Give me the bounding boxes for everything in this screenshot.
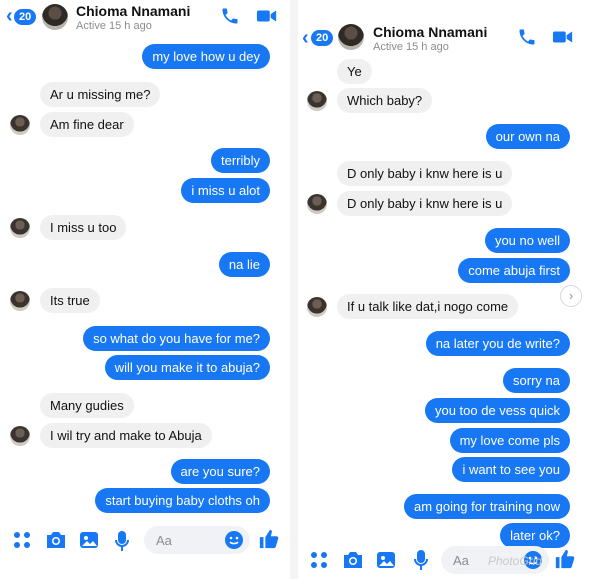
composer-bar [0,520,290,560]
active-status: Active 15 h ago [373,41,449,53]
thumbs-up-icon[interactable] [554,548,576,570]
sender-avatar[interactable] [307,91,327,111]
four-dots-icon[interactable] [309,550,329,570]
incoming-message-bubble[interactable]: Its true [40,288,100,313]
chevron-right-icon[interactable]: › [560,285,582,307]
smiley-icon[interactable] [224,530,244,550]
sender-avatar[interactable] [307,194,327,214]
sender-avatar[interactable] [307,297,327,317]
incoming-message-bubble[interactable]: Which baby? [337,88,433,113]
contact-name[interactable]: Chioma Nnamani [373,24,487,40]
back-chevron-icon[interactable]: ‹ [6,5,13,28]
incoming-message-bubble[interactable]: Am fine dear [40,112,134,137]
outgoing-message-bubble[interactable]: my love come pls [449,428,570,453]
right-chat-panel: ‹ 20 Chioma Nnamani Active 15 h ago Ye Wh… [298,18,596,579]
camera-icon[interactable] [342,550,364,570]
contact-avatar[interactable] [338,24,364,50]
outgoing-message-bubble[interactable]: are you sure? [170,459,270,484]
contact-avatar[interactable] [42,4,68,30]
outgoing-message-bubble[interactable]: you too de vess quick [424,398,570,423]
camera-icon[interactable] [45,530,67,550]
outgoing-message-bubble[interactable]: will you make it to abuja? [104,355,270,380]
image-icon[interactable] [376,550,396,570]
outgoing-message-bubble[interactable]: start buying baby cloths oh [95,488,270,513]
panel-divider [290,0,298,579]
outgoing-message-bubble[interactable]: i miss u alot [181,178,270,203]
incoming-message-bubble[interactable]: Ye [337,59,372,84]
watermark: PhotoGrid [488,554,543,568]
incoming-message-bubble[interactable]: Many gudies [40,393,134,418]
incoming-message-bubble[interactable]: D only baby i knw here is u [337,161,513,186]
outgoing-message-bubble[interactable]: so what do you have for me? [83,326,270,351]
chat-header: ‹ 20 Chioma Nnamani Active 15 h ago [298,18,596,64]
outgoing-message-bubble[interactable]: na lie [218,252,270,277]
sender-avatar[interactable] [10,218,30,238]
incoming-message-bubble[interactable]: D only baby i knw here is u [337,191,513,216]
composer-bar: PhotoGrid [298,546,596,579]
outgoing-message-bubble[interactable]: am going for training now [404,494,570,519]
phone-icon[interactable] [517,27,537,47]
left-chat-panel: ‹ 20 Chioma Nnamani Active 15 h ago my l… [0,0,290,579]
phone-icon[interactable] [220,6,240,26]
four-dots-icon[interactable] [12,530,32,550]
outgoing-message-bubble[interactable]: our own na [485,124,570,149]
microphone-icon[interactable] [114,530,130,552]
unread-count-badge[interactable]: 20 [311,30,334,46]
active-status: Active 15 h ago [76,20,152,32]
sender-avatar[interactable] [10,291,30,311]
outgoing-message-bubble[interactable]: terribly [210,148,270,173]
back-chevron-icon[interactable]: ‹ [302,27,309,50]
incoming-message-bubble[interactable]: Ar u missing me? [40,82,161,107]
incoming-message-bubble[interactable]: I wil try and make to Abuja [40,423,212,448]
thumbs-up-icon[interactable] [258,528,280,550]
sender-avatar[interactable] [10,426,30,446]
video-camera-icon[interactable] [256,7,278,25]
outgoing-message-bubble[interactable]: come abuja first [458,258,570,283]
microphone-icon[interactable] [413,549,429,571]
image-icon[interactable] [79,530,99,550]
chat-header: ‹ 20 Chioma Nnamani Active 15 h ago [0,0,290,40]
outgoing-message-bubble[interactable]: i want to see you [452,457,570,482]
incoming-message-bubble[interactable]: I miss u too [40,215,127,240]
outgoing-message-bubble[interactable]: later ok? [500,523,570,548]
outgoing-message-bubble[interactable]: my love how u dey [142,44,270,69]
sender-avatar[interactable] [10,115,30,135]
message-input-container[interactable] [144,526,250,554]
incoming-message-bubble[interactable]: If u talk like dat,i nogo come [337,294,519,319]
outgoing-message-bubble[interactable]: na later you de write? [425,331,570,356]
contact-name[interactable]: Chioma Nnamani [76,3,190,19]
unread-count-badge[interactable]: 20 [14,9,37,25]
message-input[interactable] [154,532,218,549]
video-camera-icon[interactable] [552,28,574,46]
outgoing-message-bubble[interactable]: sorry na [503,368,570,393]
outgoing-message-bubble[interactable]: you no well [484,228,570,253]
